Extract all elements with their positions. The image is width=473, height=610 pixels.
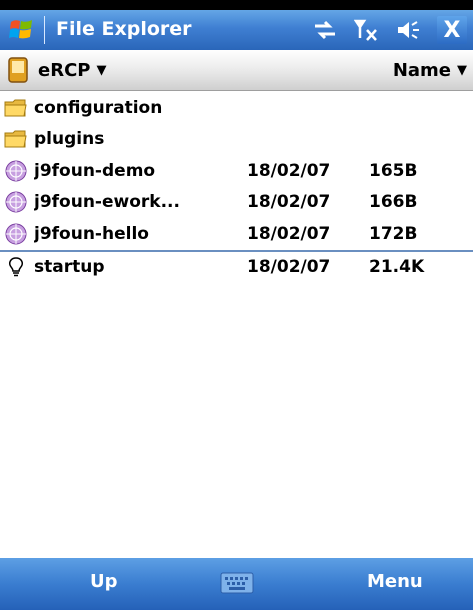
sort-dropdown[interactable]: Name ▼ — [393, 60, 467, 81]
menu-button[interactable]: Menu — [367, 571, 423, 592]
connectivity-icon[interactable] — [311, 16, 339, 44]
top-strip — [0, 0, 473, 10]
file-date: 18/02/07 — [247, 257, 331, 278]
globe-file-icon — [5, 160, 27, 182]
up-button[interactable]: Up — [90, 571, 118, 592]
file-name: configuration — [34, 97, 163, 118]
file-name: j9foun-hello — [34, 223, 149, 244]
chevron-down-icon: ▼ — [457, 63, 467, 78]
file-name: j9foun-demo — [34, 160, 156, 181]
soft-key-bar: Up Menu — [0, 558, 473, 610]
file-name: plugins — [34, 129, 105, 150]
keyboard-icon[interactable] — [220, 572, 254, 594]
folder-bar: eRCP ▼ Name ▼ — [0, 50, 473, 91]
close-button[interactable]: X — [437, 16, 467, 44]
folder-name: eRCP — [38, 59, 91, 81]
folder-icon — [4, 99, 27, 117]
file-date: 18/02/07 — [247, 160, 331, 181]
bulb-icon — [9, 257, 23, 277]
list-item[interactable]: j9foun-demo 18/02/07 165B — [0, 155, 473, 187]
file-name: j9foun-ework... — [34, 192, 180, 213]
file-size: 165B — [369, 160, 418, 181]
file-name: startup — [34, 257, 105, 278]
list-item[interactable]: startup 18/02/07 21.4K — [0, 249, 473, 284]
signal-off-icon[interactable] — [353, 16, 381, 44]
sort-label: Name — [392, 60, 451, 81]
list-item[interactable]: plugins — [0, 124, 473, 156]
device-icon — [8, 57, 28, 83]
folder-icon — [4, 130, 27, 148]
folder-dropdown[interactable]: eRCP ▼ — [8, 57, 106, 83]
file-date: 18/02/07 — [247, 192, 331, 213]
file-size: 21.4K — [369, 257, 425, 278]
windows-start-icon[interactable] — [8, 16, 36, 44]
title-separator — [44, 16, 45, 44]
globe-file-icon — [5, 223, 27, 245]
list-item[interactable]: configuration — [0, 92, 473, 124]
file-list: configuration plugins j9foun-demo 18/02/… — [0, 92, 473, 283]
chevron-down-icon: ▼ — [96, 62, 107, 78]
list-item[interactable]: j9foun-hello 18/02/07 172B — [0, 218, 473, 250]
globe-file-icon — [5, 191, 27, 213]
list-item[interactable]: j9foun-ework... 18/02/07 166B — [0, 187, 473, 219]
file-size: 172B — [369, 223, 418, 244]
status-icons: X — [311, 16, 467, 44]
app-title: File Explorer — [56, 18, 192, 40]
file-date: 18/02/07 — [247, 223, 331, 244]
file-size: 166B — [369, 192, 418, 213]
title-bar: File Explorer X — [0, 10, 473, 50]
volume-icon[interactable] — [395, 16, 423, 44]
